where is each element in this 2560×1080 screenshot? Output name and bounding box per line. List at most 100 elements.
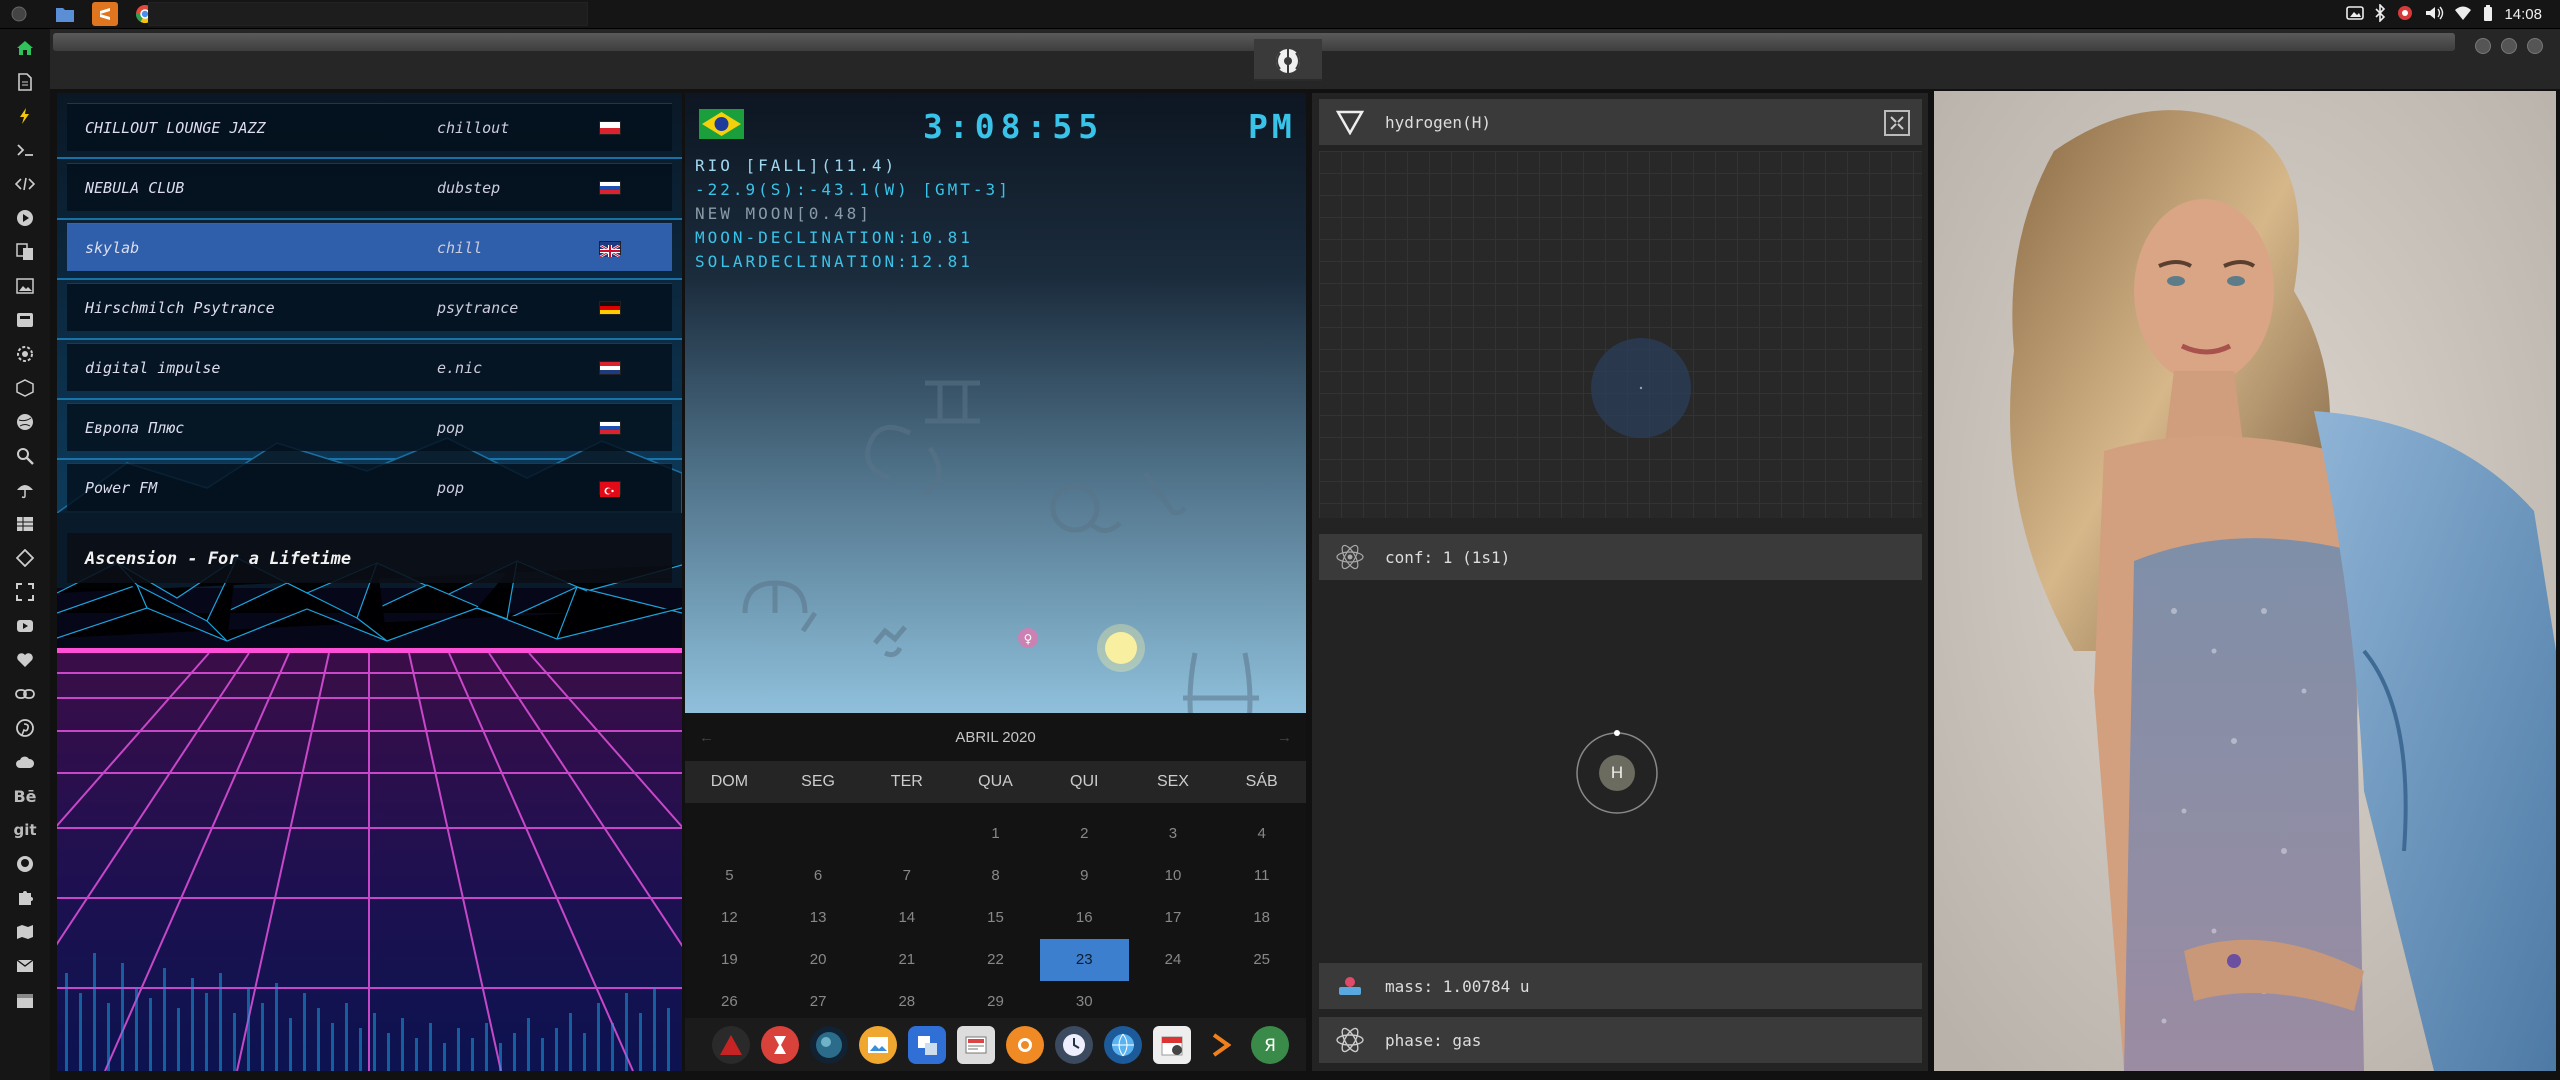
calendar-month[interactable]: ABRIL 2020 [955, 729, 1035, 746]
volume-icon[interactable] [2424, 5, 2444, 25]
calendar-day[interactable]: 10 [1129, 855, 1218, 897]
calendar-day[interactable]: 12 [685, 897, 774, 939]
settings-icon[interactable] [13, 342, 37, 366]
code-icon[interactable] [13, 172, 37, 196]
calendar-app-icon[interactable] [1153, 1025, 1191, 1064]
expand-icon[interactable] [13, 580, 37, 604]
tag-icon[interactable] [13, 546, 37, 570]
station-row-selected[interactable]: skylab chill [67, 223, 672, 271]
calendar-day[interactable]: 15 [951, 897, 1040, 939]
calendar-day[interactable]: 5 [685, 855, 774, 897]
cloud-icon[interactable] [13, 750, 37, 774]
calendar-day-selected[interactable]: 23 [1039, 939, 1129, 981]
image-icon[interactable] [13, 274, 37, 298]
globe-icon[interactable] [13, 410, 37, 434]
calendar-day[interactable]: 6 [774, 855, 863, 897]
globe-app-icon[interactable] [810, 1025, 848, 1064]
git-icon[interactable]: git [13, 818, 37, 842]
calendar-day[interactable]: 1 [951, 813, 1040, 855]
calendar-day[interactable]: 21 [862, 939, 951, 981]
system-icon[interactable] [6, 2, 32, 26]
taskbar-window-list[interactable] [148, 2, 588, 26]
calendar-day[interactable]: 25 [1217, 939, 1306, 981]
image-viewer-icon[interactable] [859, 1025, 897, 1064]
station-row[interactable]: Hirschmilch Psytrance psytrance [67, 283, 672, 331]
search-app-icon[interactable] [1006, 1025, 1044, 1064]
calendar-day[interactable]: 14 [862, 897, 951, 939]
yandex-icon[interactable]: Я [1251, 1025, 1289, 1064]
browser-globe-icon[interactable] [1104, 1025, 1142, 1064]
clock[interactable]: 14:08 [2504, 6, 2542, 23]
translate-icon[interactable] [908, 1025, 946, 1064]
music-icon[interactable] [13, 308, 37, 332]
calendar-day[interactable]: 26 [685, 981, 774, 1023]
hourglass-icon[interactable] [761, 1025, 799, 1064]
window-titlebar[interactable] [50, 29, 2560, 89]
link-icon[interactable] [13, 682, 37, 706]
calendar-day[interactable]: 11 [1217, 855, 1306, 897]
chevron-right-icon[interactable] [1202, 1026, 1240, 1064]
update-icon[interactable] [2396, 4, 2414, 26]
next-month-arrow-icon[interactable]: → [1277, 729, 1292, 746]
arch-launcher-icon[interactable] [712, 1025, 750, 1064]
station-row[interactable]: digital impulse e.nic [67, 343, 672, 391]
app-dock: Я [685, 1018, 1306, 1071]
station-row[interactable]: Европа Плюс pop [67, 403, 672, 451]
calendar-day[interactable]: 17 [1129, 897, 1218, 939]
play-icon[interactable] [13, 206, 37, 230]
terminal-icon[interactable] [13, 138, 37, 162]
document-icon[interactable] [13, 70, 37, 94]
calendar-day[interactable]: 28 [862, 981, 951, 1023]
calendar-day[interactable]: 2 [1040, 813, 1129, 855]
calendar-day[interactable]: 3 [1129, 813, 1218, 855]
prev-month-arrow-icon[interactable]: ← [699, 729, 714, 746]
calendar-icon[interactable] [13, 988, 37, 1012]
minimize-button[interactable] [2475, 38, 2491, 54]
station-row[interactable]: Power FM pop [67, 463, 672, 511]
map-icon[interactable] [13, 920, 37, 944]
bolt-icon[interactable] [13, 104, 37, 128]
calendar-day[interactable]: 18 [1217, 897, 1306, 939]
station-row[interactable]: NEBULA CLUB dubstep [67, 163, 672, 211]
pinterest-icon[interactable] [13, 716, 37, 740]
puzzle-icon[interactable] [13, 886, 37, 910]
calendar-day[interactable]: 29 [951, 981, 1040, 1023]
calendar-day[interactable]: 19 [685, 939, 774, 981]
github-icon[interactable] [13, 852, 37, 876]
home-icon[interactable] [13, 36, 37, 60]
station-row[interactable]: CHILLOUT LOUNGE JAZZ chillout [67, 103, 672, 151]
calendar-day[interactable]: 27 [774, 981, 863, 1023]
files-icon[interactable] [52, 2, 78, 26]
umbrella-icon[interactable] [13, 478, 37, 502]
calendar-day[interactable]: 4 [1217, 813, 1306, 855]
calendar-day[interactable]: 30 [1040, 981, 1129, 1023]
calendar-day[interactable]: 22 [951, 939, 1040, 981]
search-icon[interactable] [13, 444, 37, 468]
youtube-icon[interactable] [13, 614, 37, 638]
battery-icon[interactable] [2482, 4, 2494, 26]
calendar-day[interactable]: 13 [774, 897, 863, 939]
table-icon[interactable] [13, 512, 37, 536]
collapse-icon[interactable] [1884, 110, 1910, 136]
heart-icon[interactable] [13, 648, 37, 672]
calendar-day[interactable]: 9 [1040, 855, 1129, 897]
screenshot-icon[interactable] [2346, 5, 2365, 25]
station-name: CHILLOUT LOUNGE JAZZ [85, 119, 266, 137]
behance-icon[interactable]: Bē [13, 784, 37, 808]
calendar-day[interactable]: 8 [951, 855, 1040, 897]
maximize-button[interactable] [2501, 38, 2517, 54]
calendar-day[interactable]: 24 [1129, 939, 1218, 981]
news-icon[interactable] [957, 1025, 995, 1064]
sublime-text-icon[interactable] [92, 2, 118, 26]
calendar-day[interactable]: 7 [862, 855, 951, 897]
bluetooth-icon[interactable] [2374, 2, 2386, 26]
mail-icon[interactable] [13, 954, 37, 978]
wifi-icon[interactable] [2454, 5, 2472, 25]
clock-app-icon[interactable] [1055, 1025, 1093, 1064]
triangle-down-icon[interactable] [1335, 107, 1365, 137]
box-icon[interactable] [13, 376, 37, 400]
close-button[interactable] [2527, 38, 2543, 54]
files-icon[interactable] [13, 240, 37, 264]
calendar-day[interactable]: 20 [774, 939, 863, 981]
calendar-day[interactable]: 16 [1040, 897, 1129, 939]
